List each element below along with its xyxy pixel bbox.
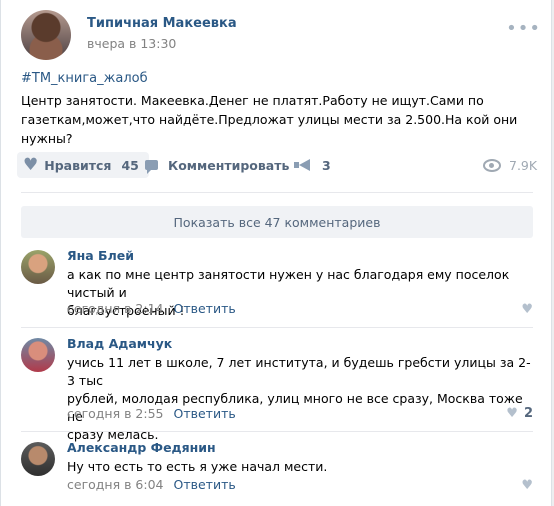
divider bbox=[21, 327, 533, 328]
views-count: 7.9K bbox=[509, 157, 538, 173]
like-count: 45 bbox=[121, 157, 139, 173]
show-all-comments-button[interactable]: Показать все 47 комментариев bbox=[21, 206, 533, 238]
post-actions: ♥ Нравится 45 Комментировать 3 7.9K bbox=[17, 150, 537, 180]
comment-label: Комментировать bbox=[168, 157, 290, 173]
comment-time[interactable]: сегодня в 6:04 bbox=[67, 477, 164, 492]
comment-item: Влад Адамчук учись 11 лет в школе, 7 лет… bbox=[21, 336, 533, 442]
comment-text: Ну что есть то есть я уже начал мести. bbox=[67, 458, 533, 476]
post-hashtag[interactable]: #ТМ_книга_жалоб bbox=[21, 71, 148, 86]
post-text: Центр занятости. Макеевка.Денег не платя… bbox=[21, 91, 533, 148]
comment-like-button[interactable]: ♥ bbox=[521, 302, 533, 317]
heart-icon: ♥ bbox=[23, 155, 39, 175]
reply-button[interactable]: Ответить bbox=[173, 477, 235, 492]
post-header: Типичная Макеевка вчера в 13:30 ••• bbox=[21, 10, 541, 62]
reply-button[interactable]: Ответить bbox=[173, 406, 235, 421]
comment-text-line: учись 11 лет в школе, 7 лет института, и… bbox=[67, 355, 531, 388]
comment-meta: сегодня в 6:04 Ответить bbox=[67, 477, 236, 492]
avatar[interactable] bbox=[21, 338, 55, 372]
heart-icon: ♥ bbox=[521, 478, 533, 493]
avatar[interactable] bbox=[21, 442, 55, 476]
post-text-line: газеткам,может,что найдёте.Предложат ули… bbox=[21, 112, 518, 146]
divider bbox=[21, 431, 533, 432]
comment-author[interactable]: Александр Федянин bbox=[67, 440, 216, 455]
like-button[interactable]: ♥ Нравится 45 bbox=[17, 152, 149, 178]
comment-meta: сегодня в 2:14 Ответить bbox=[67, 301, 236, 316]
comment-icon bbox=[145, 160, 158, 174]
avatar[interactable] bbox=[21, 250, 55, 284]
post-card: Типичная Макеевка вчера в 13:30 ••• #ТМ_… bbox=[0, 0, 552, 506]
like-label: Нравится bbox=[44, 157, 112, 173]
comment-like-count: 2 bbox=[523, 406, 533, 421]
community-avatar[interactable] bbox=[21, 10, 71, 60]
more-dots-icon[interactable]: ••• bbox=[506, 18, 541, 39]
comment-button[interactable]: Комментировать bbox=[145, 152, 289, 178]
views-counter: 7.9K bbox=[483, 152, 537, 178]
comment-time[interactable]: сегодня в 2:55 bbox=[67, 406, 164, 421]
share-icon bbox=[294, 159, 312, 171]
heart-icon: ♥ bbox=[506, 406, 518, 421]
comment-like-button[interactable]: ♥ bbox=[521, 478, 533, 493]
comment-time[interactable]: сегодня в 2:14 bbox=[67, 301, 164, 316]
post-author[interactable]: Типичная Макеевка bbox=[87, 16, 237, 31]
comment-text-line: а как по мне центр занятости нужен у нас… bbox=[67, 267, 510, 300]
comment-meta: сегодня в 2:55 Ответить bbox=[67, 406, 236, 421]
comment-like-button[interactable]: ♥ 2 bbox=[506, 406, 533, 421]
comment-item: Александр Федянин Ну что есть то есть я … bbox=[21, 440, 533, 500]
heart-icon: ♥ bbox=[521, 302, 533, 317]
reply-button[interactable]: Ответить bbox=[173, 301, 235, 316]
share-count: 3 bbox=[322, 157, 331, 173]
post-time[interactable]: вчера в 13:30 bbox=[87, 36, 176, 51]
comment-item: Яна Блей а как по мне центр занятости ну… bbox=[21, 248, 533, 324]
comment-author[interactable]: Яна Блей bbox=[67, 248, 134, 263]
post-text-line: Центр занятости. Макеевка.Денег не платя… bbox=[21, 93, 484, 108]
share-button[interactable]: 3 bbox=[294, 152, 331, 178]
divider bbox=[21, 192, 533, 193]
eye-icon bbox=[483, 158, 501, 172]
comment-author[interactable]: Влад Адамчук bbox=[67, 336, 172, 351]
comment-text-line: Ну что есть то есть я уже начал мести. bbox=[67, 459, 328, 474]
